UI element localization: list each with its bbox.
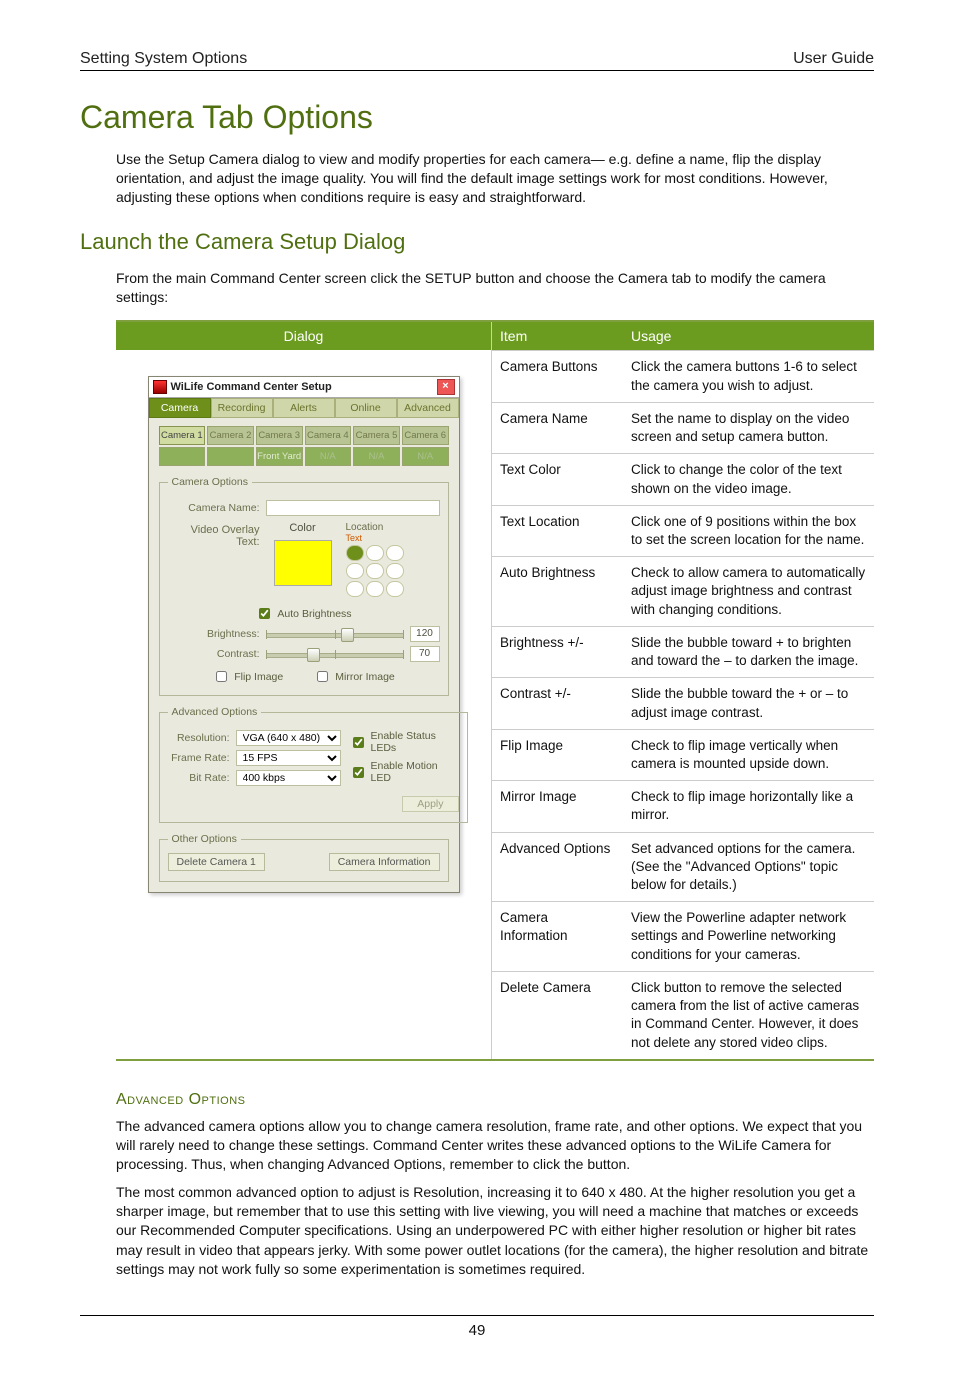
col-header-item: Item [492, 322, 623, 350]
frame-rate-select[interactable]: 15 FPS [236, 750, 341, 766]
tab-advanced[interactable]: Advanced [397, 398, 459, 418]
tab-online[interactable]: Online [335, 398, 397, 418]
table-row: Mirror ImageCheck to flip image horizont… [492, 781, 874, 832]
camera-name-input[interactable] [266, 500, 440, 516]
section-subtitle: Launch the Camera Setup Dialog [80, 229, 874, 255]
table-row: Text ColorClick to change the color of t… [492, 454, 874, 505]
contrast-label: Contrast: [168, 648, 260, 660]
camera-sub-2 [207, 447, 254, 466]
header-right: User Guide [793, 50, 874, 68]
color-label: Color [289, 522, 315, 534]
camera-sub-5: N/A [353, 447, 400, 466]
table-row: Advanced OptionsSet advanced options for… [492, 832, 874, 902]
advanced-para-1: The advanced camera options allow you to… [116, 1117, 874, 1175]
advanced-para-2: The most common advanced option to adjus… [116, 1183, 874, 1280]
camera-button-4[interactable]: Camera 4 [305, 426, 352, 445]
tab-camera[interactable]: Camera [149, 398, 211, 418]
camera-options-group: Camera Options Camera Name: Video Overla… [159, 476, 449, 696]
page-number: 49 [80, 1315, 874, 1339]
text-sample: Text [346, 533, 416, 543]
camera-sub-3: Front Yard [256, 447, 303, 466]
camera-sub-1 [159, 447, 206, 466]
camera-button-1[interactable]: Camera 1 [159, 426, 206, 445]
tab-alerts[interactable]: Alerts [273, 398, 335, 418]
close-icon[interactable]: × [437, 379, 455, 395]
location-label: Location [346, 522, 384, 533]
camera-name-label: Camera Name: [168, 502, 260, 514]
table-row: Auto BrightnessCheck to allow camera to … [492, 557, 874, 627]
video-overlay-label: Video Overlay Text: [168, 522, 260, 548]
header-left: Setting System Options [80, 50, 247, 68]
col-header-usage: Usage [623, 322, 874, 350]
table-row: Camera InformationView the Powerline ada… [492, 902, 874, 972]
brightness-label: Brightness: [168, 628, 260, 640]
setup-dialog: WiLife Command Center Setup × Camera Rec… [148, 376, 460, 893]
mirror-image-checkbox[interactable] [317, 671, 328, 682]
table-row: Flip ImageCheck to flip image vertically… [492, 729, 874, 780]
enable-motion-led-checkbox[interactable] [353, 767, 364, 778]
flip-image-checkbox[interactable] [216, 671, 227, 682]
dialog-tabs: Camera Recording Alerts Online Advanced [149, 398, 459, 418]
table-row: Delete CameraClick button to remove the … [492, 971, 874, 1058]
camera-button-5[interactable]: Camera 5 [353, 426, 400, 445]
contrast-slider[interactable] [266, 647, 404, 661]
subintro: From the main Command Center screen clic… [116, 269, 874, 307]
table-row: Brightness +/-Slide the bubble toward + … [492, 626, 874, 677]
auto-brightness-checkbox[interactable] [259, 608, 270, 619]
delete-camera-button[interactable]: Delete Camera 1 [168, 853, 265, 871]
other-options-group: Other Options Delete Camera 1 Camera Inf… [159, 833, 449, 882]
camera-sub-4: N/A [305, 447, 352, 466]
table-row: Camera ButtonsClick the camera buttons 1… [492, 351, 874, 402]
app-icon [153, 380, 167, 394]
contrast-value: 70 [410, 646, 440, 662]
location-grid[interactable] [346, 545, 416, 597]
resolution-select[interactable]: VGA (640 x 480) [236, 730, 341, 746]
camera-button-3[interactable]: Camera 3 [256, 426, 303, 445]
page-title: Camera Tab Options [80, 99, 874, 136]
options-table: Camera ButtonsClick the camera buttons 1… [492, 350, 874, 1058]
color-swatch[interactable] [274, 540, 332, 586]
brightness-slider[interactable] [266, 627, 404, 641]
camera-button-6[interactable]: Camera 6 [402, 426, 449, 445]
window-title: WiLife Command Center Setup [171, 381, 332, 393]
col-header-dialog: Dialog [116, 322, 491, 350]
enable-status-leds-checkbox[interactable] [353, 737, 364, 748]
advanced-options-heading: Advanced Options [116, 1091, 874, 1109]
intro-paragraph: Use the Setup Camera dialog to view and … [116, 150, 874, 207]
apply-button[interactable]: Apply [402, 796, 458, 812]
brightness-value: 120 [410, 626, 440, 642]
table-row: Contrast +/-Slide the bubble toward the … [492, 678, 874, 729]
camera-sub-6: N/A [402, 447, 449, 466]
advanced-options-group: Advanced Options Resolution: VGA (640 x … [159, 706, 468, 823]
camera-information-button[interactable]: Camera Information [329, 853, 440, 871]
table-row: Camera NameSet the name to display on th… [492, 402, 874, 453]
camera-button-2[interactable]: Camera 2 [207, 426, 254, 445]
bit-rate-select[interactable]: 400 kbps [236, 770, 341, 786]
page-header: Setting System Options User Guide [80, 50, 874, 71]
tab-recording[interactable]: Recording [211, 398, 273, 418]
table-row: Text LocationClick one of 9 positions wi… [492, 505, 874, 556]
